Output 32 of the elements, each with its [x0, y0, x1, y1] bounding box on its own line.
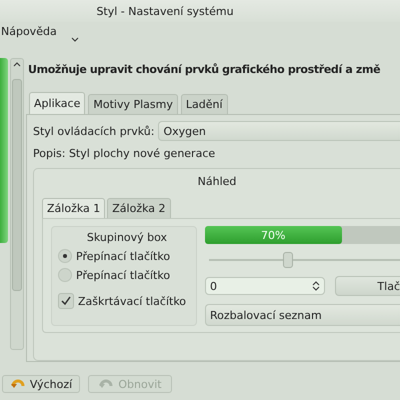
radio-label: Přepínací tlačítko [76, 250, 170, 262]
spin-box[interactable]: 0 [205, 277, 325, 295]
checkbox-label: Zaškrtávací tlačítko [78, 294, 186, 308]
description-text: Popis: Styl plochy nové generace [33, 147, 216, 160]
checkbox[interactable] [58, 293, 74, 309]
style-dropdown[interactable]: Oxygen [158, 121, 400, 141]
radio-button[interactable] [58, 268, 72, 282]
radio-button[interactable] [58, 249, 72, 263]
scrollbar-thumb[interactable] [12, 79, 22, 291]
chevron-down-icon[interactable] [70, 37, 79, 42]
group-title: Skupinový box [86, 231, 168, 244]
radio-label: Přepínací tlačítko [76, 268, 170, 282]
tab[interactable]: Aplikace [29, 92, 86, 114]
tab[interactable]: Záložka 2 [107, 198, 170, 218]
undo-arrow-icon [98, 378, 114, 390]
progress-fill: 70% [205, 226, 342, 244]
footer-button[interactable]: Výchozí [2, 375, 80, 393]
page-heading: Umožňuje upravit chování prvků grafického prostředí a změ [27, 63, 382, 76]
tab[interactable]: Motivy Plasmy [88, 94, 178, 114]
chevron-up-icon[interactable] [13, 61, 21, 67]
scrollbar[interactable] [10, 58, 24, 350]
undo-arrow-icon [10, 378, 26, 390]
preview-title: Náhled [198, 175, 236, 188]
push-button[interactable]: Tlač [335, 276, 400, 296]
slider-thumb[interactable] [282, 252, 293, 268]
window-title: Styl - Nastavení systému [0, 0, 400, 22]
menu-item[interactable]: Nápověda [1, 25, 57, 38]
field-label: Styl ovládacích prvků: [33, 124, 154, 138]
checkmark-icon [61, 296, 71, 306]
tab[interactable]: Záložka 1 [42, 198, 106, 218]
tab[interactable]: Ladění [180, 94, 228, 114]
dropdown[interactable]: Rozbalovací seznam [205, 304, 400, 326]
